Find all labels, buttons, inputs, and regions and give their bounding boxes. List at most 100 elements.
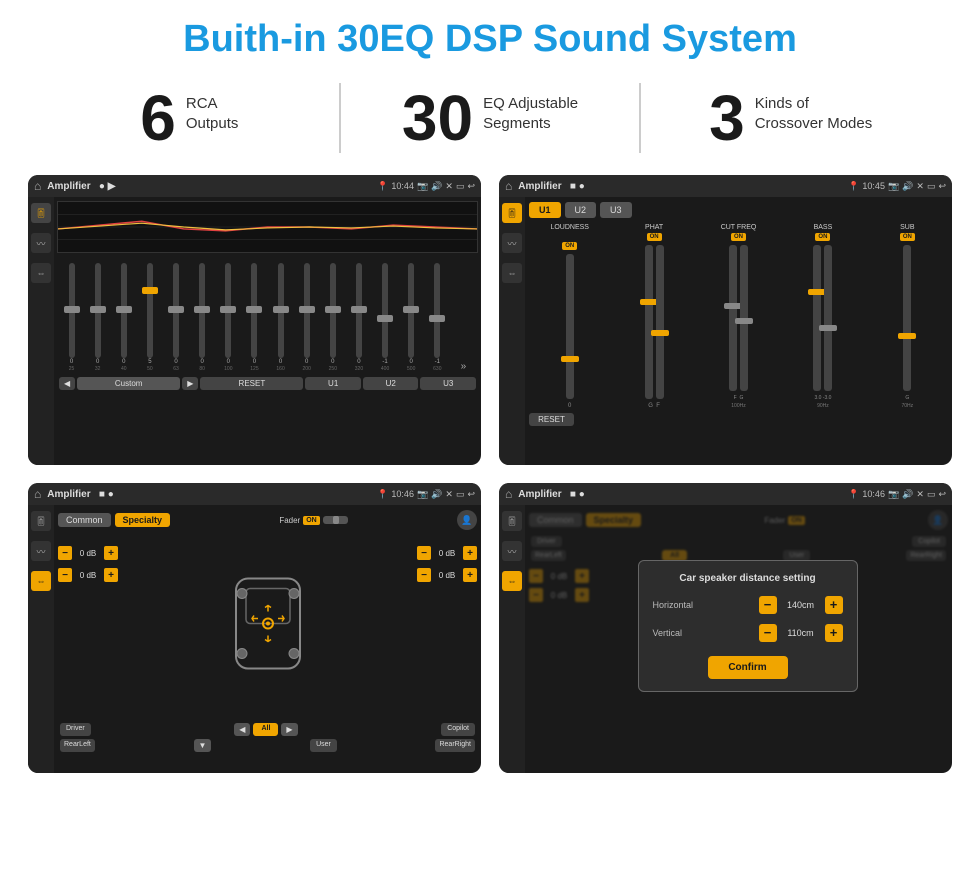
dialog-vertical-row: Vertical − 110cm +: [653, 624, 843, 642]
dialog-horizontal-minus[interactable]: −: [759, 596, 777, 614]
screen-crossover: ⌂ Amplifier ■ ● 📍10:45📷🔊✕▭↩ 🎚 〰 ⇔ U1 U2: [499, 175, 952, 465]
eq-u1-btn[interactable]: U1: [305, 377, 361, 390]
dialog-horizontal-label: Horizontal: [653, 600, 713, 610]
eq-slider-320[interactable]: 0320: [346, 263, 371, 372]
eq-next-btn[interactable]: ▶: [182, 377, 198, 390]
home-icon-4[interactable]: ⌂: [505, 487, 512, 501]
app-title-4: Amplifier ■ ●: [518, 489, 848, 500]
dialog-side-icon-2[interactable]: 〰: [502, 541, 522, 561]
page-title: Buith-in 30EQ DSP Sound System: [0, 0, 980, 71]
db-minus-tr[interactable]: −: [417, 546, 431, 560]
statusbar-2: ⌂ Amplifier ■ ● 📍10:45📷🔊✕▭↩: [499, 175, 952, 197]
cross-col-phat: PHAT ON G F: [613, 224, 694, 409]
eq-slider-125[interactable]: 0125: [242, 263, 267, 372]
label-all[interactable]: All: [253, 723, 278, 736]
label-rearleft[interactable]: RearLeft: [60, 739, 95, 752]
label-copilot[interactable]: Copilot: [441, 723, 475, 736]
eq-custom-btn[interactable]: Custom: [77, 377, 180, 390]
spec-side-icon-2[interactable]: 〰: [31, 541, 51, 561]
cross-side-icon-1[interactable]: 🎚: [502, 203, 522, 223]
stat-crossover: 3 Kinds ofCrossover Modes: [661, 86, 920, 150]
statusbar-4: ⌂ Amplifier ■ ● 📍10:46📷🔊✕▭↩: [499, 483, 952, 505]
eq-u2-btn[interactable]: U2: [363, 377, 419, 390]
specialty-tab-btn[interactable]: Specialty: [115, 513, 171, 527]
dialog-horizontal-plus[interactable]: +: [825, 596, 843, 614]
label-left-arrow[interactable]: ◀: [234, 723, 250, 736]
dialog-vertical-plus[interactable]: +: [825, 624, 843, 642]
common-tab-btn[interactable]: Common: [58, 513, 111, 527]
eq-slider-500[interactable]: 0500: [399, 263, 424, 372]
db-minus-tl[interactable]: −: [58, 546, 72, 560]
bass-on-badge[interactable]: ON: [815, 233, 830, 241]
eq-slider-25[interactable]: 025: [59, 263, 84, 372]
label-down-arrow[interactable]: ▼: [194, 739, 212, 752]
status-icons-4: 📍10:46📷🔊✕▭↩: [848, 489, 946, 500]
home-icon-1[interactable]: ⌂: [34, 179, 41, 193]
page-container: Buith-in 30EQ DSP Sound System 6 RCAOutp…: [0, 0, 980, 881]
eq-slider-63[interactable]: 063: [164, 263, 189, 372]
preset-u3-btn[interactable]: U3: [600, 202, 632, 218]
status-icons-2: 📍10:45📷🔊✕▭↩: [848, 181, 946, 192]
preset-u2-btn[interactable]: U2: [565, 202, 597, 218]
app-title-3: Amplifier ■ ●: [47, 489, 377, 500]
home-icon-2[interactable]: ⌂: [505, 179, 512, 193]
eq-expand-btn[interactable]: »: [451, 361, 476, 372]
cross-col-sub: SUB ON G 70Hz: [867, 224, 948, 409]
eq-u3-btn[interactable]: U3: [420, 377, 476, 390]
cross-reset-btn[interactable]: RESET: [529, 413, 574, 426]
spec-side-icon-3[interactable]: ⇔: [31, 571, 51, 591]
db-plus-tl[interactable]: +: [104, 546, 118, 560]
app-title-1: Amplifier ● ▶: [47, 181, 377, 192]
cutfreq-on-badge[interactable]: ON: [731, 233, 746, 241]
eq-slider-160[interactable]: 0160: [268, 263, 293, 372]
stat-number-6: 6: [140, 86, 176, 150]
screen-specialty: ⌂ Amplifier ■ ● 📍10:46📷🔊✕▭↩ 🎚 〰 ⇔ Comm: [28, 483, 481, 773]
db-minus-br[interactable]: −: [417, 568, 431, 582]
cross-side-icon-3[interactable]: ⇔: [502, 263, 522, 283]
status-icons-1: 📍10:44📷🔊✕▭↩: [377, 181, 475, 192]
dialog-side-icon-1[interactable]: 🎚: [502, 511, 522, 531]
eq-slider-400[interactable]: -1400: [373, 263, 398, 372]
app-title-2: Amplifier ■ ●: [518, 181, 848, 192]
cross-side-icon-2[interactable]: 〰: [502, 233, 522, 253]
eq-side-icon-2[interactable]: 〰: [31, 233, 51, 253]
eq-slider-50[interactable]: 550: [137, 263, 162, 372]
loudness-on-badge[interactable]: ON: [562, 242, 577, 250]
statusbar-1: ⌂ Amplifier ● ▶ 📍10:44📷🔊✕▭↩: [28, 175, 481, 197]
eq-slider-40[interactable]: 040: [111, 263, 136, 372]
eq-prev-btn[interactable]: ◀: [59, 377, 75, 390]
eq-slider-250[interactable]: 0250: [320, 263, 345, 372]
eq-slider-100[interactable]: 0100: [216, 263, 241, 372]
dialog-vertical-minus[interactable]: −: [759, 624, 777, 642]
stat-divider-1: [339, 83, 341, 153]
dialog-vertical-label: Vertical: [653, 628, 713, 638]
dialog-side-icon-3[interactable]: ⇔: [502, 571, 522, 591]
label-rearright[interactable]: RearRight: [435, 739, 475, 752]
label-right-arrow[interactable]: ▶: [281, 723, 297, 736]
eq-slider-200[interactable]: 0200: [294, 263, 319, 372]
preset-u1-btn[interactable]: U1: [529, 202, 561, 218]
stat-divider-2: [639, 83, 641, 153]
db-plus-bl[interactable]: +: [104, 568, 118, 582]
eq-slider-630[interactable]: -1630: [425, 263, 450, 372]
db-plus-tr[interactable]: +: [463, 546, 477, 560]
eq-slider-80[interactable]: 080: [190, 263, 215, 372]
eq-side-icon-3[interactable]: ⇔: [31, 263, 51, 283]
eq-reset-btn[interactable]: RESET: [200, 377, 303, 390]
spec-side-icon-1[interactable]: 🎚: [31, 511, 51, 531]
sub-on-badge[interactable]: ON: [900, 233, 915, 241]
fader-on-badge[interactable]: ON: [303, 516, 320, 525]
specialty-avatar[interactable]: 👤: [457, 510, 477, 530]
home-icon-3[interactable]: ⌂: [34, 487, 41, 501]
eq-slider-32[interactable]: 032: [85, 263, 110, 372]
label-driver[interactable]: Driver: [60, 723, 91, 736]
status-icons-3: 📍10:46📷🔊✕▭↩: [377, 489, 475, 500]
label-user[interactable]: User: [310, 739, 337, 752]
phat-on-badge[interactable]: ON: [647, 233, 662, 241]
stat-number-3: 3: [709, 86, 745, 150]
db-plus-br[interactable]: +: [463, 568, 477, 582]
dialog-horizontal-row: Horizontal − 140cm +: [653, 596, 843, 614]
confirm-button[interactable]: Confirm: [708, 656, 788, 679]
eq-side-icon-1[interactable]: 🎚: [31, 203, 51, 223]
db-minus-bl[interactable]: −: [58, 568, 72, 582]
